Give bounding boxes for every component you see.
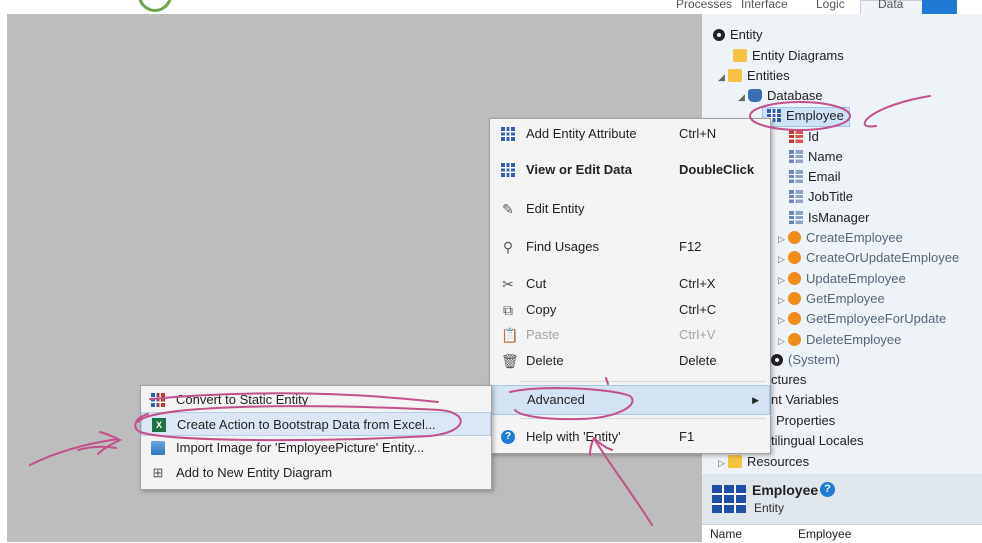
- tree-node-system[interactable]: (System): [771, 350, 840, 370]
- menu-item-add-entity-attribute[interactable]: Add Entity Attribute Ctrl+N: [490, 122, 770, 146]
- menu-item-cut[interactable]: ✂ Cut Ctrl+X: [490, 272, 770, 296]
- tree-node-action[interactable]: ▷ CreateEmployee: [778, 228, 903, 248]
- menu-item-edit-entity[interactable]: ✎ Edit Entity: [490, 197, 770, 221]
- tree-node-attribute[interactable]: Id: [789, 127, 819, 147]
- tree-node-entities[interactable]: ◢ Entities: [718, 66, 790, 86]
- folder-open-icon: [728, 69, 742, 82]
- tree-node-site-variables[interactable]: nt Variables: [771, 390, 839, 410]
- tree-node-action[interactable]: ▷ UpdateEmployee: [778, 269, 906, 289]
- tab-interface[interactable]: Interface: [741, 0, 788, 14]
- properties-subtitle: Entity: [754, 501, 785, 515]
- collapse-arrow-icon[interactable]: ▷: [718, 453, 728, 473]
- tree-node-entity-diagrams[interactable]: Entity Diagrams: [733, 46, 844, 66]
- folder-icon: [733, 49, 747, 62]
- menu-item-view-edit-data[interactable]: View or Edit Data DoubleClick: [490, 158, 770, 182]
- table-icon: [501, 163, 515, 177]
- diagram-icon: ⊞: [152, 465, 164, 480]
- entity-action-icon: [788, 292, 801, 305]
- entity-root-icon: [713, 29, 725, 41]
- tree-node-attribute[interactable]: Email: [789, 167, 841, 187]
- tree-node-entity[interactable]: Entity: [713, 25, 763, 45]
- context-menu: Add Entity Attribute Ctrl+N View or Edit…: [489, 118, 771, 454]
- tree-node-attribute[interactable]: IsManager: [789, 208, 869, 228]
- properties-panel: Employee ? Entity Name Employee: [702, 474, 982, 543]
- expand-arrow-icon[interactable]: ◢: [718, 67, 728, 87]
- identifier-attribute-icon: [789, 130, 803, 143]
- entity-action-icon: [788, 272, 801, 285]
- entity-action-icon: [788, 231, 801, 244]
- entity-action-icon: [788, 312, 801, 325]
- collapse-arrow-icon[interactable]: ▷: [778, 229, 788, 249]
- tree-node-attribute[interactable]: Name: [789, 147, 843, 167]
- copy-icon: ⧉: [503, 302, 513, 318]
- submenu-item-bootstrap-excel[interactable]: X Create Action to Bootstrap Data from E…: [141, 412, 491, 436]
- entity-action-icon: [788, 333, 801, 346]
- collapse-arrow-icon[interactable]: ▷: [778, 270, 788, 290]
- add-attribute-icon: [501, 127, 515, 141]
- tree-node-employee[interactable]: Employee: [767, 106, 844, 126]
- menu-separator: [520, 381, 766, 382]
- submenu-arrow-icon: ▶: [752, 395, 759, 405]
- image-icon: [151, 441, 165, 455]
- tree-node-action[interactable]: ▷ GetEmployeeForUpdate: [778, 309, 946, 329]
- menu-item-copy[interactable]: ⧉ Copy Ctrl+C: [490, 298, 770, 322]
- folder-icon: [728, 455, 742, 468]
- property-key: Name: [710, 527, 743, 541]
- collapse-arrow-icon[interactable]: ▷: [778, 331, 788, 351]
- excel-icon: X: [152, 418, 166, 432]
- static-entity-icon: [151, 393, 165, 407]
- app-logo-icon: [138, 0, 172, 12]
- tab-data[interactable]: Data: [878, 0, 903, 14]
- help-icon: ?: [501, 430, 515, 444]
- submenu-item-import-image[interactable]: Import Image for 'EmployeePicture' Entit…: [141, 436, 491, 460]
- menu-item-delete[interactable]: 🗑 Delete Delete: [490, 349, 770, 373]
- entity-action-icon: [788, 251, 801, 264]
- paste-icon: 📋: [501, 327, 519, 343]
- tree-node-locales[interactable]: tilingual Locales: [771, 431, 864, 451]
- top-bar: Processes Interface Logic Data: [0, 0, 982, 19]
- tree-node-database[interactable]: ◢ Database: [738, 86, 823, 106]
- tree-node-attribute[interactable]: JobTitle: [789, 187, 853, 207]
- database-icon: [748, 89, 762, 102]
- menu-separator: [520, 418, 766, 419]
- attribute-icon: [789, 150, 803, 163]
- tab-processes[interactable]: Processes: [676, 0, 732, 14]
- entity-large-icon: [712, 485, 746, 513]
- collapse-arrow-icon[interactable]: ▷: [778, 290, 788, 310]
- system-icon: [771, 354, 783, 366]
- submenu-item-convert-static[interactable]: Convert to Static Entity: [141, 388, 491, 412]
- tree-node-action[interactable]: ▷ DeleteEmployee: [778, 330, 901, 350]
- tree-node-site-properties[interactable]: Properties: [776, 411, 835, 431]
- collapse-arrow-icon[interactable]: ▷: [778, 310, 788, 330]
- search-icon: ⚲: [502, 239, 514, 255]
- scissors-icon: ✂: [502, 276, 514, 292]
- tree-node-structures[interactable]: ctures: [771, 370, 806, 390]
- menu-item-advanced[interactable]: Advanced ▶: [490, 385, 770, 415]
- help-icon[interactable]: ?: [820, 482, 835, 497]
- trash-icon: 🗑: [501, 353, 519, 369]
- attribute-icon: [789, 211, 803, 224]
- collapse-arrow-icon[interactable]: ▷: [778, 249, 788, 269]
- menu-item-paste[interactable]: 📋 Paste Ctrl+V: [490, 323, 770, 347]
- menu-item-find-usages[interactable]: ⚲ Find Usages F12: [490, 235, 770, 259]
- properties-title: Employee: [752, 482, 819, 498]
- advanced-submenu: Convert to Static Entity X Create Action…: [140, 385, 492, 490]
- property-value[interactable]: Employee: [798, 527, 851, 541]
- property-row-name[interactable]: Name Employee: [702, 524, 982, 543]
- menu-item-help[interactable]: ? Help with 'Entity' F1: [490, 425, 770, 449]
- expand-arrow-icon[interactable]: ◢: [738, 87, 748, 107]
- tree-node-resources[interactable]: ▷ Resources: [718, 452, 809, 472]
- tab-logic[interactable]: Logic: [816, 0, 845, 14]
- tree-node-action[interactable]: ▷ CreateOrUpdateEmployee: [778, 248, 959, 268]
- submenu-item-add-diagram[interactable]: ⊞ Add to New Entity Diagram: [141, 461, 491, 485]
- tree-node-action[interactable]: ▷ GetEmployee: [778, 289, 885, 309]
- pencil-icon: ✎: [502, 201, 514, 217]
- attribute-icon: [789, 170, 803, 183]
- attribute-icon: [789, 190, 803, 203]
